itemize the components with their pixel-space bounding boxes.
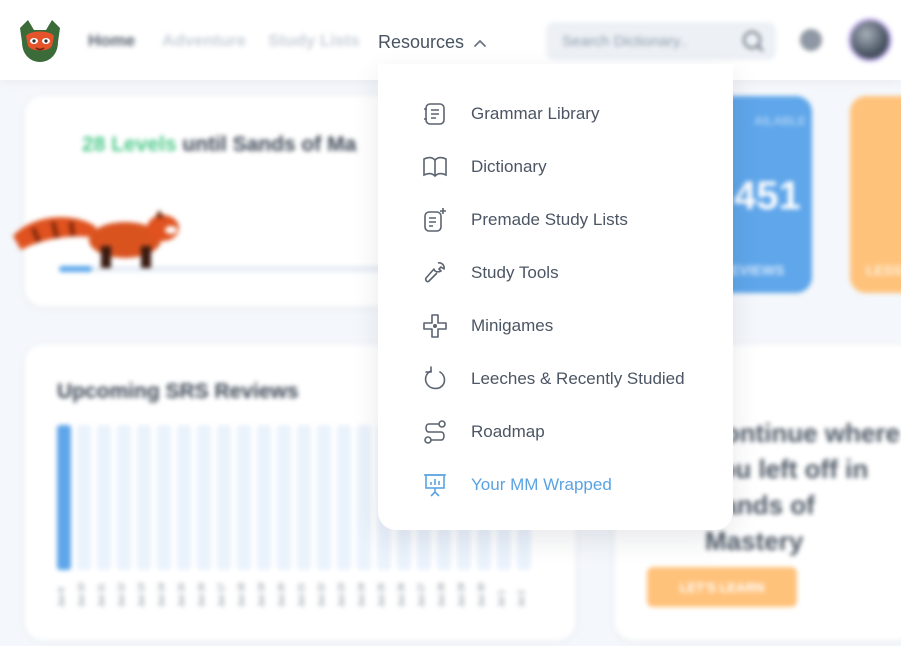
menu-item-label: Your MM Wrapped [471,475,612,494]
srs-date-label: Jun 18 [237,582,246,607]
srs-date-label: Jun 17 [217,582,226,607]
presentation-chart-icon [424,474,446,497]
srs-bar [157,425,171,570]
srs-date-label: Jun 16 [197,582,206,607]
srs-date-label: Jun 12 [117,582,126,607]
menu-item-label: Premade Study Lists [471,210,628,229]
wrench-icon [424,262,445,283]
grammar-library-icon [424,103,445,125]
reviews-card-bottom: EVIEWS [730,262,785,278]
menu-item-roadmap[interactable]: Roadmap [378,409,733,453]
srs-date-label: Jun 27 [417,582,426,607]
srs-bar [217,425,231,570]
srs-date-label: Jun 21 [297,582,306,607]
continue-text: Continue where you left off in Sands of … [705,418,901,556]
list-add-icon [424,208,446,232]
srs-date-label: Jul 1 [497,590,506,607]
menu-item-premade-study-lists[interactable]: Premade Study Lists [378,197,733,241]
levels-until-text: 28 Levels until Sands of Ma [82,133,356,157]
srs-date-label: Jun 15 [177,582,186,607]
menu-item-study-tools[interactable]: Study Tools [378,250,733,294]
srs-date-label: Jun 23 [337,582,346,607]
srs-date-label: Jun 24 [357,582,366,607]
srs-date-label: Jun 26 [397,582,406,607]
srs-bar [197,425,211,570]
refresh-icon [424,366,446,390]
resources-dropdown-menu: Grammar Library Dictionary Premade Study… [378,64,733,530]
srs-bar [177,425,191,570]
notification-bell-icon[interactable] [800,29,822,51]
srs-bar [117,425,131,570]
menu-item-leeches[interactable]: Leeches & Recently Studied [378,356,733,400]
srs-bar [337,425,351,570]
srs-date-label: Jun 30 [477,582,486,607]
nav-study-lists-link[interactable]: Study Lists [268,31,360,51]
srs-card-title: Upcoming SRS Reviews [57,380,299,403]
srs-date-label: Jun 11 [97,583,106,607]
book-icon [423,156,447,178]
srs-bar [97,425,111,570]
red-panda-illustration-icon [13,210,179,268]
menu-item-minigames[interactable]: Minigames [378,303,733,347]
srs-date-label: Jun 13 [137,582,146,607]
menu-item-label: Study Tools [471,263,559,282]
search-input[interactable]: Search Dictionary.. [562,33,688,50]
nav-home-link[interactable]: Home [88,31,135,51]
levels-destination: until Sands of Ma [176,133,357,156]
search-icon[interactable] [740,28,766,54]
srs-bar [257,425,271,570]
srs-date-label: Jun 10 [77,582,86,607]
search-bar[interactable]: Search Dictionary.. [546,22,776,60]
chevron-up-icon [474,39,486,47]
lets-learn-label: LET'S LEARN [679,579,765,595]
menu-item-dictionary[interactable]: Dictionary [378,144,733,188]
gamepad-icon [423,314,447,338]
red-panda-logo-icon[interactable] [14,18,66,64]
srs-date-label: Jul 2 [517,590,526,607]
lessons-card-bottom: LESS [866,262,901,278]
menu-item-label: Leeches & Recently Studied [471,369,685,388]
menu-item-your-mm-wrapped[interactable]: Your MM Wrapped [378,462,733,506]
menu-item-label: Minigames [471,316,554,335]
srs-date-label: Jun 28 [437,582,446,607]
srs-bar [357,425,371,570]
srs-date-label: Jun 19 [257,582,266,607]
srs-bar [77,425,91,570]
reviews-card-label: AILABLE [754,114,806,128]
srs-date-labels: Jun 6 Jun 10 Jun 11 Jun 12 Jun 13 Jun 14 Jun 1… [57,577,531,607]
menu-item-label: Dictionary [471,157,547,176]
reviews-count: 451 [734,174,801,218]
menu-item-label: Grammar Library [471,104,600,123]
srs-date-label: Jun 20 [277,582,286,607]
srs-bar [57,425,71,570]
srs-date-label: Jun 14 [157,582,166,607]
srs-bar [297,425,311,570]
srs-date-label: Jun 22 [317,582,326,607]
srs-date-label: Jun 29 [457,582,466,607]
nav-resources-menu[interactable]: Resources [378,32,487,53]
srs-bar [237,425,251,570]
nav-adventure-link[interactable]: Adventure [162,31,246,51]
lessons-card[interactable]: LESS [850,96,901,293]
nav-resources-label: Resources [378,32,465,52]
levels-count: 28 Levels [82,133,177,156]
user-avatar[interactable] [848,18,892,62]
route-icon [424,420,446,444]
levels-progress-card: 28 Levels until Sands of Ma [13,96,395,306]
srs-bar [277,425,291,570]
menu-item-grammar-library[interactable]: Grammar Library [378,91,733,135]
srs-date-label: Jun 25 [377,582,386,607]
srs-bar [317,425,331,570]
lets-learn-button[interactable]: LET'S LEARN [647,567,797,607]
srs-bar [137,425,151,570]
menu-item-label: Roadmap [471,422,545,441]
srs-date-label: Jun 6 [57,587,66,607]
